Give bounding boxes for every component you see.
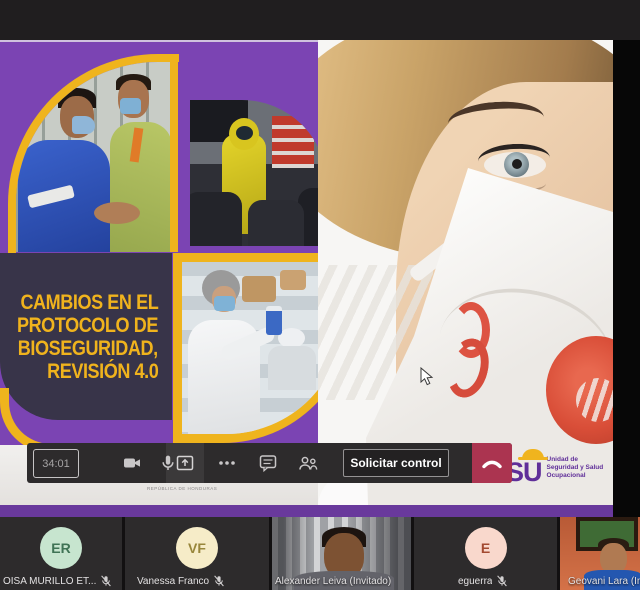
request-control-button[interactable]: Solicitar control — [343, 449, 449, 477]
worker-body — [268, 346, 316, 390]
participant-tile[interactable]: ER OISA MURILLO ET... — [0, 517, 122, 590]
yellow-divider-stripe — [170, 62, 178, 252]
call-controls-toolbar: 34:01 — [27, 443, 512, 483]
su-logo: SU Unidad de Seguridad y Salud Ocupacion… — [506, 448, 618, 492]
mouse-cursor — [420, 367, 434, 386]
avatar: VF — [176, 527, 218, 569]
share-screen-icon — [175, 453, 195, 473]
slide-title-line: PROTOCOLO DE — [17, 314, 158, 337]
slide-footnote: REPÚBLICA DE HONDURAS — [147, 486, 217, 491]
participants-filmstrip: ER OISA MURILLO ET... VF Vanessa Franco — [0, 517, 640, 590]
participant-tile-video[interactable]: Alexander Leiva (Invitado) — [272, 517, 411, 590]
call-timer: 34:01 — [33, 449, 79, 478]
hard-hat-brim — [518, 457, 548, 460]
share-screen-button[interactable] — [167, 443, 203, 483]
bus-red-panel — [272, 116, 314, 168]
man2-mask — [120, 98, 141, 114]
lab-box — [280, 270, 306, 290]
photo-art — [16, 62, 171, 252]
hands — [94, 202, 140, 224]
worker-cap — [278, 328, 305, 348]
avatar: E — [465, 527, 507, 569]
participants-icon — [297, 453, 319, 473]
stage-letterbox-top — [0, 0, 640, 40]
bus-seat — [248, 200, 304, 246]
participant-tile[interactable]: E eguerra — [414, 517, 557, 590]
muted-mic-icon — [496, 575, 508, 587]
participant-name: eguerra — [458, 576, 492, 587]
participant-tile[interactable]: VF Vanessa Franco — [125, 517, 269, 590]
slide-title-line: REVISIÓN 4.0 — [47, 360, 158, 383]
lab-box — [242, 276, 276, 302]
participant-name: Geovani Lara (In — [568, 576, 640, 587]
chat-icon — [258, 453, 278, 473]
participant-name: Alexander Leiva (Invitado) — [275, 576, 391, 587]
logo-text-line: Ocupacional — [547, 472, 604, 480]
stage-letterbox-right — [613, 40, 640, 517]
camera-icon — [122, 453, 142, 473]
more-options-button[interactable] — [209, 443, 245, 483]
more-options-icon — [216, 453, 238, 473]
slide-photo-bus-disinfection — [190, 100, 327, 246]
muted-mic-icon — [100, 575, 112, 587]
measuring-device — [266, 306, 282, 335]
participant-tile-video[interactable]: Geovani Lara (In — [560, 517, 640, 590]
camera-button[interactable] — [114, 443, 150, 483]
chat-button[interactable] — [250, 443, 286, 483]
slide-title-line: CAMBIOS EN EL — [20, 291, 158, 314]
participant-name: OISA MURILLO ET... — [3, 576, 96, 587]
hazmat-visor — [236, 126, 253, 140]
participants-button[interactable] — [290, 443, 326, 483]
slide-bottom-purple-bar — [0, 505, 613, 517]
lab-mask — [214, 296, 235, 311]
hang-up-icon — [480, 455, 504, 471]
hang-up-button[interactable] — [472, 443, 512, 483]
slide-photo-woman-respirator — [318, 40, 613, 505]
participant-name: Vanessa Franco — [137, 576, 209, 587]
avatar: ER — [40, 527, 82, 569]
logo-text: Unidad de Seguridad y Salud Ocupacional — [547, 448, 604, 480]
man1-mask — [72, 116, 95, 134]
logo-text-line: Seguridad y Salud — [547, 464, 604, 472]
bus-seat — [190, 192, 242, 246]
logo-text-line: Unidad de — [547, 456, 604, 464]
muted-mic-icon — [213, 575, 225, 587]
slide-photo-hand-sanitizing — [8, 54, 179, 260]
meeting-window: CAMBIOS EN EL PROTOCOLO DE BIOSEGURIDAD,… — [0, 0, 640, 590]
slide-title-line: BIOSEGURIDAD, — [18, 337, 158, 360]
